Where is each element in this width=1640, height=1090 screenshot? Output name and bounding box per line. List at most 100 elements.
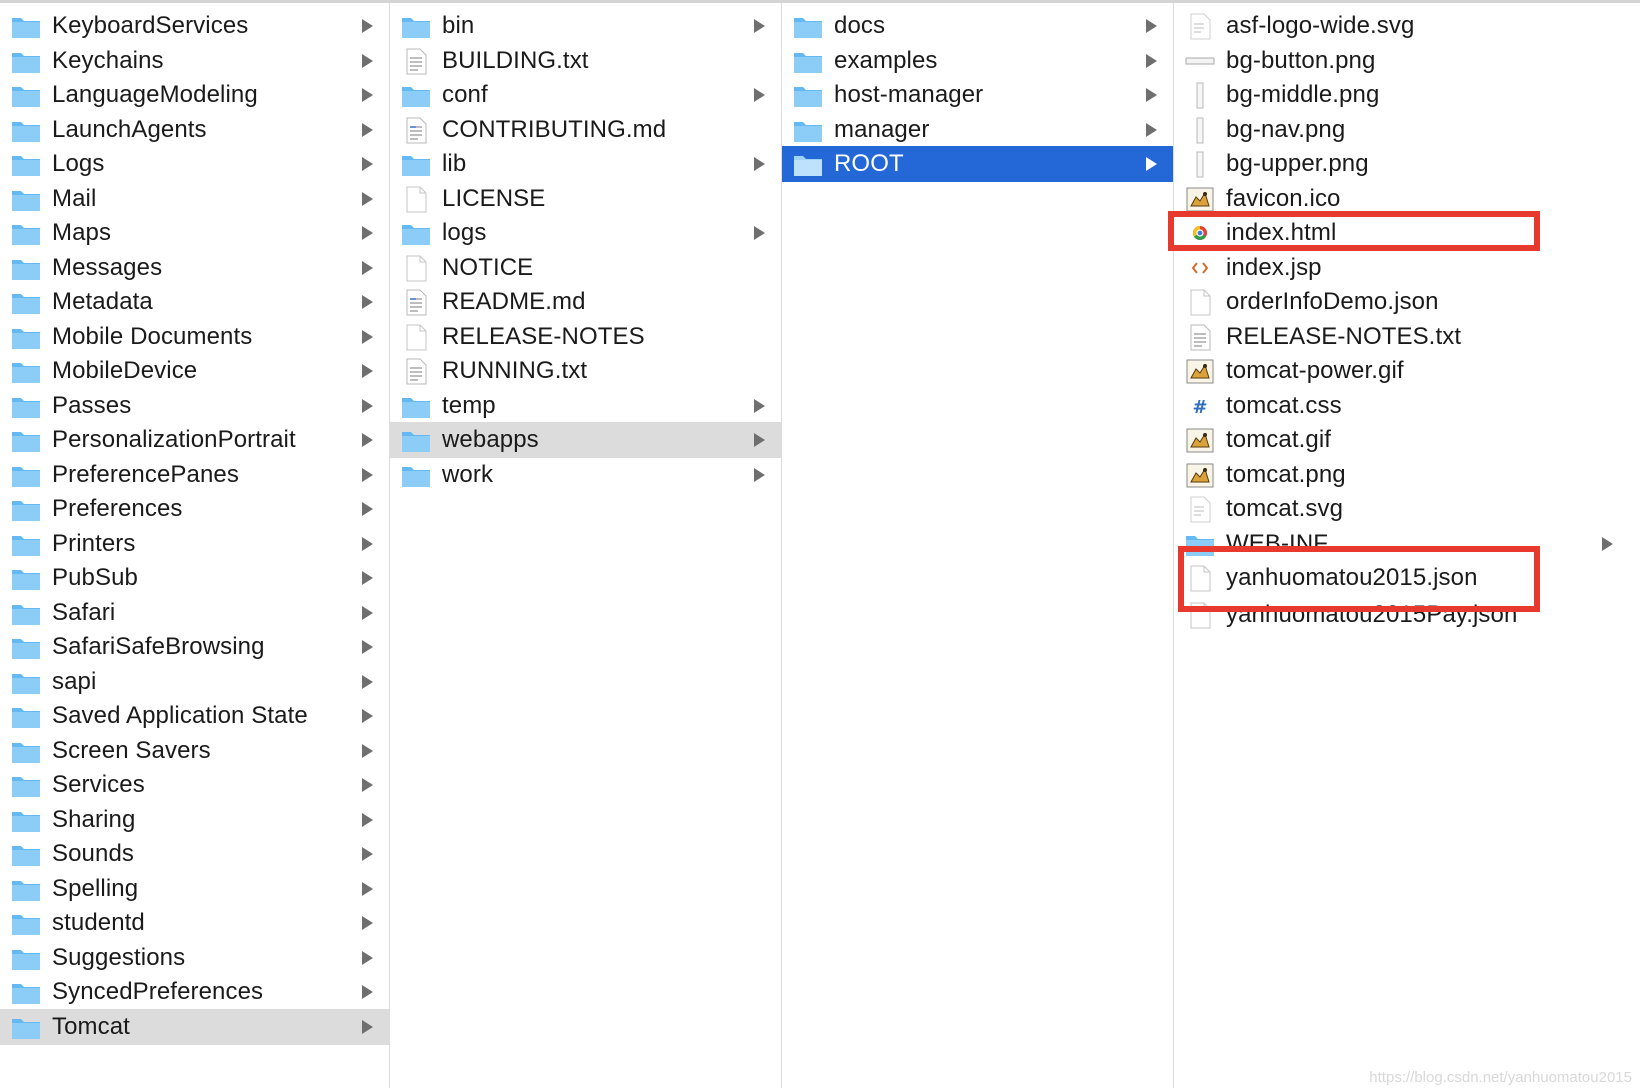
disclosure-arrow-icon[interactable] — [362, 433, 373, 447]
disclosure-arrow-icon[interactable] — [362, 536, 373, 551]
disclosure-arrow-icon[interactable] — [1146, 122, 1157, 137]
folder-row[interactable]: Preferences — [0, 491, 389, 527]
folder-row[interactable]: webapps — [390, 422, 781, 458]
file-row[interactable]: tomcat-power.gif — [1174, 353, 1630, 389]
folder-row[interactable]: logs — [390, 215, 781, 251]
disclosure-arrow-icon[interactable] — [754, 88, 765, 102]
folder-row[interactable]: Mail — [0, 181, 389, 217]
folder-row[interactable]: manager — [782, 112, 1173, 148]
disclosure-arrow-icon[interactable] — [754, 433, 765, 447]
disclosure-arrow-icon[interactable] — [362, 778, 373, 792]
folder-row[interactable]: Sharing — [0, 802, 389, 838]
folder-row[interactable]: studentd — [0, 905, 389, 941]
folder-row[interactable]: Metadata — [0, 284, 389, 320]
file-row[interactable]: bg-upper.png — [1174, 146, 1630, 182]
disclosure-arrow-icon[interactable] — [362, 329, 373, 344]
disclosure-arrow-icon[interactable] — [362, 467, 373, 482]
folder-row[interactable]: Passes — [0, 388, 389, 424]
folder-row[interactable]: SafariSafeBrowsing — [0, 629, 389, 665]
disclosure-arrow-icon[interactable] — [362, 295, 373, 309]
folder-row[interactable]: Screen Savers — [0, 733, 389, 769]
folder-row[interactable]: work — [390, 457, 781, 493]
folder-row[interactable]: conf — [390, 77, 781, 113]
disclosure-arrow-icon[interactable] — [362, 674, 373, 689]
folder-row[interactable]: Keychains — [0, 43, 389, 79]
disclosure-arrow-icon[interactable] — [362, 916, 373, 930]
file-row[interactable]: bg-button.png — [1174, 43, 1630, 79]
disclosure-arrow-icon[interactable] — [362, 743, 373, 758]
disclosure-arrow-icon[interactable] — [362, 19, 373, 33]
folder-row[interactable]: MobileDevice — [0, 353, 389, 389]
folder-row[interactable]: Spelling — [0, 871, 389, 907]
disclosure-arrow-icon[interactable] — [362, 605, 373, 620]
folder-row[interactable]: host-manager — [782, 77, 1173, 113]
file-row[interactable]: NOTICE — [390, 250, 781, 286]
folder-row[interactable]: PubSub — [0, 560, 389, 596]
disclosure-arrow-icon[interactable] — [754, 467, 765, 482]
column-library[interactable]: KeyboardServices Keychains LanguageModelin… — [0, 3, 390, 1088]
file-row[interactable]: tomcat.png — [1174, 457, 1630, 493]
folder-row[interactable]: PreferencePanes — [0, 457, 389, 493]
disclosure-arrow-icon[interactable] — [362, 157, 373, 171]
folder-row[interactable]: LanguageModeling — [0, 77, 389, 113]
folder-row[interactable]: bin — [390, 8, 781, 44]
folder-row[interactable]: Messages — [0, 250, 389, 286]
file-row[interactable]: # tomcat.css — [1174, 388, 1630, 424]
file-row[interactable]: CONTRIBUTING.md — [390, 112, 781, 148]
disclosure-arrow-icon[interactable] — [362, 191, 373, 206]
folder-row[interactable]: Logs — [0, 146, 389, 182]
disclosure-arrow-icon[interactable] — [754, 226, 765, 240]
folder-row[interactable]: Safari — [0, 595, 389, 631]
disclosure-arrow-icon[interactable] — [362, 260, 373, 275]
file-row[interactable]: README.md — [390, 284, 781, 320]
file-row[interactable]: bg-nav.png — [1174, 112, 1630, 148]
disclosure-arrow-icon[interactable] — [362, 502, 373, 516]
folder-row[interactable]: Maps — [0, 215, 389, 251]
disclosure-arrow-icon[interactable] — [362, 709, 373, 723]
disclosure-arrow-icon[interactable] — [1146, 157, 1157, 171]
file-row[interactable]: LICENSE — [390, 181, 781, 217]
folder-row[interactable]: Tomcat — [0, 1008, 389, 1045]
disclosure-arrow-icon[interactable] — [362, 53, 373, 68]
folder-row[interactable]: SyncedPreferences — [0, 974, 389, 1010]
disclosure-arrow-icon[interactable] — [362, 1019, 373, 1034]
folder-row[interactable]: Saved Application State — [0, 698, 389, 734]
file-row[interactable]: RELEASE-NOTES.txt — [1174, 319, 1630, 355]
file-row[interactable]: tomcat.gif — [1174, 422, 1630, 458]
folder-row[interactable]: sapi — [0, 664, 389, 700]
file-row[interactable]: asf-logo-wide.svg — [1174, 8, 1630, 44]
file-row[interactable]: RUNNING.txt — [390, 353, 781, 389]
disclosure-arrow-icon[interactable] — [754, 19, 765, 33]
folder-row[interactable]: LaunchAgents — [0, 112, 389, 148]
disclosure-arrow-icon[interactable] — [362, 950, 373, 965]
file-row[interactable]: index.jsp — [1174, 250, 1630, 286]
column-tomcat[interactable]: bin BUILDING.txt conf CONTRIBUTING.md lib LIC… — [390, 3, 782, 1088]
folder-row[interactable]: Suggestions — [0, 940, 389, 976]
folder-row[interactable]: KeyboardServices — [0, 8, 389, 44]
file-row[interactable]: tomcat.svg — [1174, 491, 1630, 527]
folder-row[interactable]: temp — [390, 388, 781, 424]
folder-row[interactable]: PersonalizationPortrait — [0, 422, 389, 458]
folder-row[interactable]: Sounds — [0, 836, 389, 872]
file-row[interactable]: bg-middle.png — [1174, 77, 1630, 113]
disclosure-arrow-icon[interactable] — [1146, 19, 1157, 33]
disclosure-arrow-icon[interactable] — [362, 122, 373, 137]
folder-row[interactable]: docs — [782, 8, 1173, 44]
file-row[interactable]: orderInfoDemo.json — [1174, 284, 1630, 320]
disclosure-arrow-icon[interactable] — [754, 398, 765, 413]
file-row[interactable]: BUILDING.txt — [390, 43, 781, 79]
disclosure-arrow-icon[interactable] — [362, 640, 373, 654]
disclosure-arrow-icon[interactable] — [362, 88, 373, 102]
disclosure-arrow-icon[interactable] — [362, 364, 373, 378]
disclosure-arrow-icon[interactable] — [362, 398, 373, 413]
folder-row[interactable]: Services — [0, 767, 389, 803]
disclosure-arrow-icon[interactable] — [1146, 53, 1157, 68]
disclosure-arrow-icon[interactable] — [754, 157, 765, 171]
disclosure-arrow-icon[interactable] — [1146, 88, 1157, 102]
folder-row[interactable]: ROOT — [782, 146, 1173, 182]
disclosure-arrow-icon[interactable] — [362, 571, 373, 585]
disclosure-arrow-icon[interactable] — [362, 847, 373, 861]
folder-row[interactable]: lib — [390, 146, 781, 182]
disclosure-arrow-icon[interactable] — [1602, 536, 1613, 551]
disclosure-arrow-icon[interactable] — [362, 881, 373, 896]
